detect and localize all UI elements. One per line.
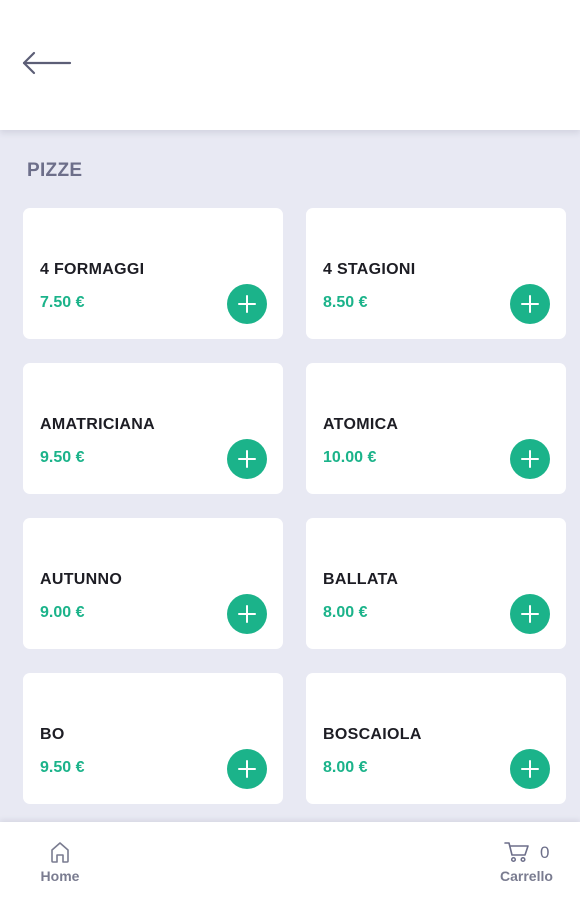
plus-icon [521,295,539,313]
nav-cart-label: Carrello [500,868,553,884]
arrow-left-icon [22,51,72,75]
plus-icon [521,450,539,468]
add-to-cart-button[interactable] [510,594,550,634]
product-name: AMATRICIANA [40,416,155,433]
product-name: AUTUNNO [40,571,123,588]
product-card[interactable]: BOSCAIOLA 8.00 € [306,673,566,804]
product-card[interactable]: BO 9.50 € [23,673,283,804]
back-button[interactable] [20,48,74,78]
plus-icon [238,760,256,778]
product-card[interactable]: AUTUNNO 9.00 € [23,518,283,649]
add-to-cart-button[interactable] [510,284,550,324]
header-bar [0,0,580,130]
product-price: 9.50 € [40,449,85,466]
product-name: 4 STAGIONI [323,261,416,278]
product-name: BALLATA [323,571,399,588]
product-price: 8.50 € [323,294,368,311]
cart-count: 0 [540,843,550,862]
product-card[interactable]: ATOMICA 10.00 € [306,363,566,494]
add-to-cart-button[interactable] [227,439,267,479]
add-to-cart-button[interactable] [510,439,550,479]
product-price: 10.00 € [323,449,377,466]
add-to-cart-button[interactable] [227,749,267,789]
product-card[interactable]: BALLATA 8.00 € [306,518,566,649]
plus-icon [238,605,256,623]
product-price: 9.00 € [40,604,85,621]
plus-icon [521,605,539,623]
product-card[interactable]: 4 FORMAGGI 7.50 € [23,208,283,339]
add-to-cart-button[interactable] [510,749,550,789]
product-name: BO [40,726,65,743]
product-price: 9.50 € [40,759,85,776]
product-name: BOSCAIOLA [323,726,422,743]
home-icon [51,842,69,863]
nav-home-button[interactable]: Home [36,838,86,888]
product-name: ATOMICA [323,416,399,433]
product-price: 8.00 € [323,759,368,776]
section-title: PIZZE [27,160,83,181]
bottom-nav: Home 0 Carrello [0,822,580,900]
cart-icon [504,842,529,863]
add-to-cart-button[interactable] [227,284,267,324]
product-grid: 4 FORMAGGI 7.50 € 4 STAGIONI 8.50 € AMAT… [23,208,566,804]
add-to-cart-button[interactable] [227,594,267,634]
product-card[interactable]: 4 STAGIONI 8.50 € [306,208,566,339]
nav-home-label: Home [40,868,80,884]
product-card[interactable]: AMATRICIANA 9.50 € [23,363,283,494]
plus-icon [521,760,539,778]
product-price: 8.00 € [323,604,368,621]
plus-icon [238,295,256,313]
nav-cart-button[interactable]: 0 Carrello [496,838,566,888]
plus-icon [238,450,256,468]
product-name: 4 FORMAGGI [40,261,145,278]
product-price: 7.50 € [40,294,85,311]
